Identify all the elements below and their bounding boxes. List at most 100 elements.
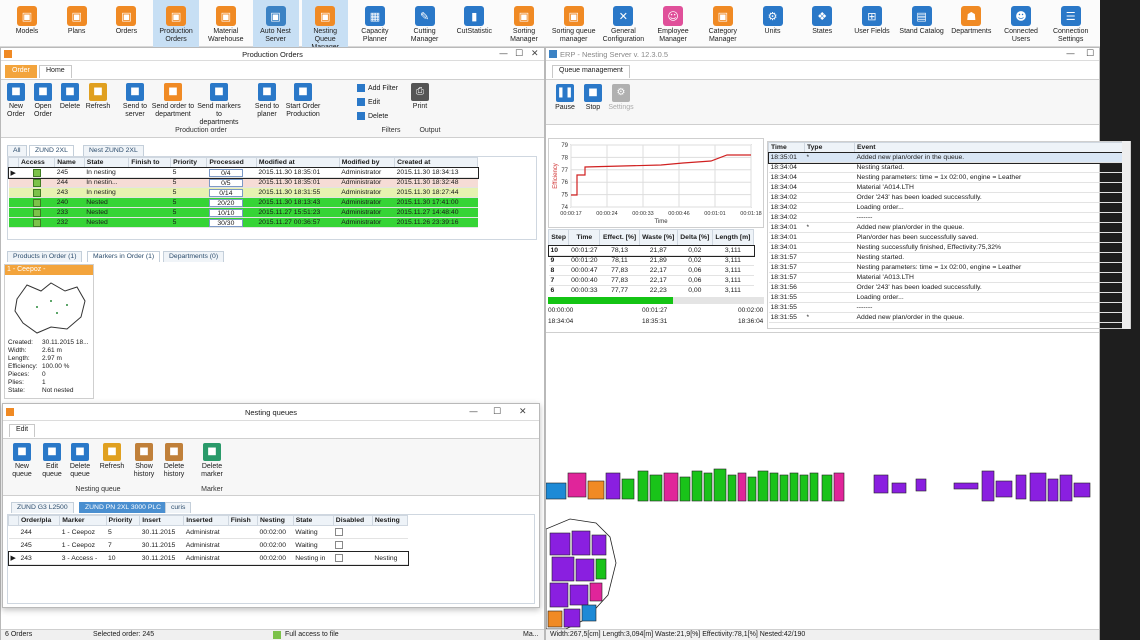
toolbar-item[interactable]: ☰ Connection Settings: [1048, 0, 1094, 47]
table-row[interactable]: 7 00:00:40 77,83 22,17 0,06 3,111: [548, 275, 754, 286]
toolbar-item[interactable]: ▣ Models: [4, 0, 50, 47]
start-production-button[interactable]: ■ Start Order Production: [281, 83, 325, 119]
marker-card[interactable]: 1 - Ceepoz - Created: 30.11.2015 18... Wid…: [4, 264, 94, 399]
gear-button[interactable]: ⚙ Settings: [608, 84, 634, 112]
column-header[interactable]: Marker: [59, 515, 107, 526]
toolbar-item[interactable]: ⚙ Units: [750, 0, 796, 47]
log-row[interactable]: 18:34:01 Nesting successfully finished, E…: [768, 242, 1128, 253]
column-header[interactable]: Finish to: [128, 157, 172, 168]
column-header[interactable]: Time: [768, 142, 805, 153]
toolbar-item[interactable]: ☺ Employee Manager: [650, 0, 696, 47]
log-row[interactable]: 18:31:55 -------: [768, 302, 1128, 313]
toolbar-item[interactable]: ▣ Plans: [54, 0, 100, 47]
tab-queue-0[interactable]: ZUND G3 L2500: [11, 502, 74, 513]
column-header[interactable]: Name: [54, 157, 85, 168]
tab-edit[interactable]: Edit: [9, 424, 36, 437]
table-row[interactable]: 243 In nesting 5 0/14 2015.11.30 18:31:55 Adm…: [8, 187, 478, 198]
table-row[interactable]: ▶ 245 In nesting 5 0/4 2015.11.30 18:35:01 Adm…: [8, 166, 479, 179]
print-button[interactable]: ⎙ Print: [407, 83, 433, 111]
maximize-icon[interactable]: ☐: [515, 49, 523, 59]
column-header[interactable]: Insert: [139, 515, 185, 526]
column-header[interactable]: Nesting: [371, 515, 409, 526]
log-row[interactable]: 18:31:55 * Added new plan/order in the que…: [768, 312, 1128, 323]
toolbar-item[interactable]: ☻ Connected Users: [998, 0, 1044, 47]
toolbar-item[interactable]: ▦ Capacity Planner: [352, 0, 398, 47]
new-queue-button[interactable]: ■ New queue: [7, 443, 37, 479]
log-row[interactable]: 18:34:04 Material 'A014.LTH: [768, 182, 1128, 193]
table-row[interactable]: 240 Nested 5 20/20 2015.11.30 18:13:43 Admini…: [8, 197, 478, 208]
table-row[interactable]: 6 00:00:33 77,77 22,23 0,00 3,111: [548, 285, 754, 295]
toolbar-item[interactable]: ▮ CutStatistic: [451, 0, 497, 47]
maximize-icon[interactable]: ☐: [493, 407, 501, 417]
log-row[interactable]: 18:34:02 Order '243' has been loaded succ…: [768, 192, 1128, 203]
toolbar-item[interactable]: ☗ Departments: [948, 0, 994, 47]
table-row[interactable]: 9 00:01:20 78,11 21,89 0,02 3,111: [548, 255, 754, 266]
tab-markers[interactable]: Markers in Order (1): [87, 251, 161, 262]
new-order-button[interactable]: ■ New Order: [3, 83, 29, 119]
column-header[interactable]: State: [83, 157, 130, 168]
log-row[interactable]: 18:31:57 Nesting started.: [768, 252, 1128, 263]
column-header[interactable]: State: [292, 515, 334, 526]
log-row[interactable]: 18:34:02 Loading order...: [768, 202, 1128, 213]
log-row[interactable]: 18:31:55 Loading order...: [768, 292, 1128, 303]
table-row[interactable]: 245 1 - Ceepoz 7 30.11.2015 Administrat 00:02…: [8, 538, 408, 552]
tab-queue-2[interactable]: curis: [165, 502, 192, 513]
toolbar-item[interactable]: ▣ Category Manager: [700, 0, 746, 47]
column-header[interactable]: Access: [17, 157, 56, 168]
tab-queue-management[interactable]: Queue management: [552, 65, 630, 78]
toolbar-item[interactable]: ▣ Sorting Manager: [501, 0, 547, 47]
open-order-button[interactable]: ■ Open Order: [30, 83, 56, 119]
log-row[interactable]: 18:34:04 Nesting started.: [768, 162, 1128, 173]
toolbar-item[interactable]: ▣Nesting Queue Manager: [302, 0, 349, 51]
toolbar-item[interactable]: ▣ Sorting queue manager: [551, 0, 597, 47]
toolbar-item[interactable]: ▣ Production Orders: [153, 0, 200, 47]
column-header[interactable]: Finish: [227, 515, 259, 526]
toolbar-item[interactable]: ❖ States: [799, 0, 845, 47]
tab-all[interactable]: All: [7, 145, 27, 156]
column-header[interactable]: Order/pla: [17, 515, 61, 526]
filter-delete-button[interactable]: Delete: [357, 112, 388, 120]
send-markers-button[interactable]: ■ Send markers to departments: [197, 83, 241, 127]
column-header[interactable]: Priority: [170, 157, 208, 168]
toolbar-item[interactable]: ▣ Auto Nest Server: [252, 0, 299, 47]
table-row[interactable]: ▶ 243 3 - Access -10 30.11.2015 Administrat 0…: [8, 550, 409, 566]
tab-departments[interactable]: Departments (0): [163, 251, 225, 262]
log-row[interactable]: 18:35:01 * Added new plan/order in the que…: [768, 151, 1129, 164]
toolbar-item[interactable]: ▤ Stand Catalog: [899, 0, 945, 47]
delete-queue-button[interactable]: ■ Delete queue: [65, 443, 95, 479]
disabled-checkbox[interactable]: [335, 554, 344, 562]
log-row[interactable]: 18:34:04 Nesting parameters: time = 1x 02…: [768, 172, 1128, 183]
minimize-icon[interactable]: —: [469, 407, 478, 417]
disabled-checkbox[interactable]: [335, 528, 344, 536]
column-header[interactable]: Inserted: [183, 515, 229, 526]
table-row[interactable]: 10 00:01:27 78,13 21,87 0,02 3,111: [548, 244, 755, 257]
pause-button[interactable]: ❚❚ Pause: [552, 84, 578, 112]
log-row[interactable]: 18:31:57 Nesting parameters: time = 1x 02…: [768, 262, 1128, 273]
table-row[interactable]: 233 Nested 5 10/10 2015.11.27 15:51:23 Admini…: [8, 207, 478, 218]
delete-button[interactable]: ■ Delete: [57, 83, 83, 111]
maximize-icon[interactable]: ☐: [1086, 49, 1094, 59]
log-row[interactable]: 18:31:57 Material 'A013.LTH: [768, 272, 1128, 283]
column-header[interactable]: Disabled: [332, 515, 373, 526]
column-header[interactable]: Modified by: [338, 157, 396, 168]
toolbar-item[interactable]: ▣ Material Warehouse: [203, 0, 249, 47]
minimize-icon[interactable]: —: [499, 49, 508, 59]
column-header[interactable]: Priority: [105, 515, 141, 526]
tab-home[interactable]: Home: [39, 65, 72, 78]
disabled-checkbox[interactable]: [335, 541, 344, 549]
column-header[interactable]: Modified at: [255, 157, 340, 168]
log-row[interactable]: 18:31:56 Order '243' has been loaded succ…: [768, 282, 1128, 293]
log-row[interactable]: 18:34:02 -------: [768, 212, 1128, 223]
tab-queue-1[interactable]: ZUND PN 2XL 3000 PLC: [79, 502, 168, 513]
column-header[interactable]: Created at: [394, 157, 478, 168]
tab-order[interactable]: Order: [5, 65, 37, 78]
refresh-button[interactable]: ■ Refresh: [85, 83, 111, 111]
toolbar-item[interactable]: ✎ Cutting Manager: [402, 0, 448, 47]
tab-nest-zund-2xl[interactable]: Nest ZUND 2XL: [83, 145, 144, 156]
log-scrollbar[interactable]: [1122, 141, 1130, 329]
log-row[interactable]: 18:34:01 * Added new plan/order in the que…: [768, 222, 1128, 233]
column-header[interactable]: Event: [854, 142, 1128, 153]
delete-history-button[interactable]: ■ Delete history: [159, 443, 189, 479]
tab-products[interactable]: Products in Order (1): [7, 251, 83, 262]
filter-add-filter-button[interactable]: Add Filter: [357, 84, 398, 92]
